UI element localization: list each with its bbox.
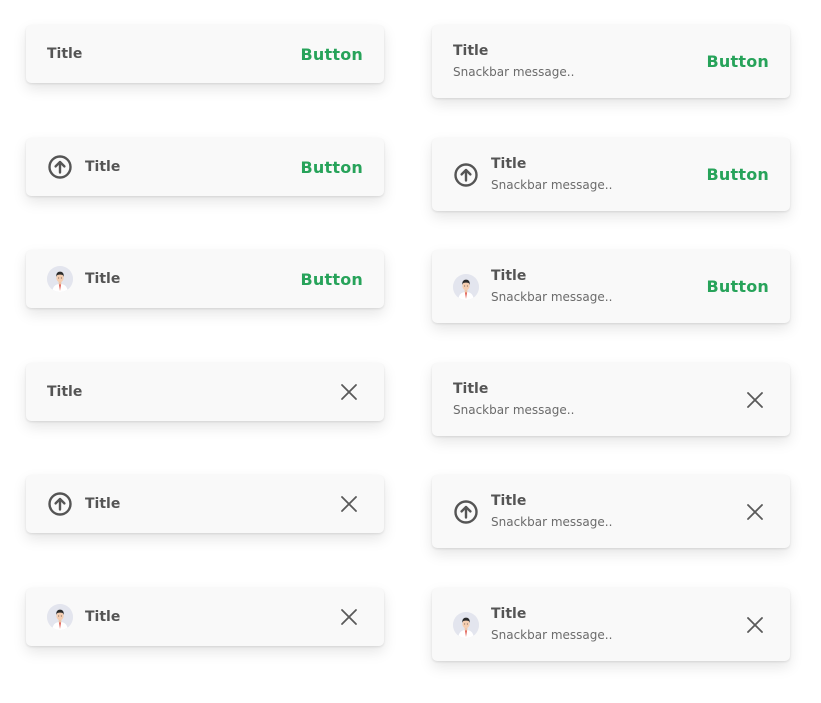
snackbar-title: Title bbox=[491, 156, 527, 172]
snackbar-title: Title bbox=[85, 496, 121, 512]
arrow-up-circle-icon bbox=[47, 491, 73, 517]
snackbar-title: Title bbox=[85, 271, 121, 287]
snackbar-icon-title-message-button: Title Snackbar message.. Button bbox=[432, 138, 790, 211]
snackbar-message: Snackbar message.. bbox=[491, 628, 613, 642]
close-icon[interactable] bbox=[745, 390, 765, 410]
snackbar-title: Title bbox=[491, 493, 527, 509]
snackbar-action-button[interactable]: Button bbox=[301, 45, 363, 64]
snackbar-message: Snackbar message.. bbox=[453, 403, 575, 417]
snackbar-icon-title-message-close: Title Snackbar message.. bbox=[432, 475, 790, 548]
snackbar-avatar-title-message-close: Title Snackbar message.. bbox=[432, 588, 790, 661]
snackbar-title: Title bbox=[453, 381, 489, 397]
snackbar-title: Title bbox=[491, 268, 527, 284]
snackbar-avatar-title-close: Title bbox=[26, 588, 384, 646]
snackbar-showcase: Title Button Title Snackbar message.. Bu… bbox=[0, 0, 821, 703]
close-icon[interactable] bbox=[745, 615, 765, 635]
snackbar-title: Title bbox=[491, 606, 527, 622]
snackbar-message: Snackbar message.. bbox=[491, 515, 613, 529]
snackbar-title: Title bbox=[85, 609, 121, 625]
close-icon[interactable] bbox=[339, 494, 359, 514]
snackbar-action-button[interactable]: Button bbox=[707, 52, 769, 71]
snackbar-title-close: Title bbox=[26, 363, 384, 421]
snackbar-icon-title-close: Title bbox=[26, 475, 384, 533]
snackbar-title: Title bbox=[47, 46, 83, 62]
snackbar-action-button[interactable]: Button bbox=[707, 277, 769, 296]
snackbar-icon-title-button: Title Button bbox=[26, 138, 384, 196]
snackbar-action-button[interactable]: Button bbox=[707, 165, 769, 184]
arrow-up-circle-icon bbox=[453, 499, 479, 525]
arrow-up-circle-icon bbox=[453, 162, 479, 188]
snackbar-action-button[interactable]: Button bbox=[301, 158, 363, 177]
close-icon[interactable] bbox=[745, 502, 765, 522]
avatar bbox=[47, 266, 73, 292]
snackbar-title: Title bbox=[47, 384, 83, 400]
snackbar-title-button: Title Button bbox=[26, 25, 384, 83]
snackbar-action-button[interactable]: Button bbox=[301, 270, 363, 289]
snackbar-title-message-close: Title Snackbar message.. bbox=[432, 363, 790, 436]
snackbar-message: Snackbar message.. bbox=[491, 290, 613, 304]
close-icon[interactable] bbox=[339, 607, 359, 627]
snackbar-title: Title bbox=[453, 43, 489, 59]
snackbar-title: Title bbox=[85, 159, 121, 175]
arrow-up-circle-icon bbox=[47, 154, 73, 180]
snackbar-avatar-title-message-button: Title Snackbar message.. Button bbox=[432, 250, 790, 323]
snackbar-avatar-title-button: Title Button bbox=[26, 250, 384, 308]
snackbar-message: Snackbar message.. bbox=[453, 65, 575, 79]
avatar bbox=[453, 273, 479, 300]
avatar bbox=[453, 611, 479, 638]
avatar bbox=[47, 604, 73, 630]
snackbar-title-message-button: Title Snackbar message.. Button bbox=[432, 25, 790, 98]
snackbar-message: Snackbar message.. bbox=[491, 178, 613, 192]
close-icon[interactable] bbox=[339, 382, 359, 402]
